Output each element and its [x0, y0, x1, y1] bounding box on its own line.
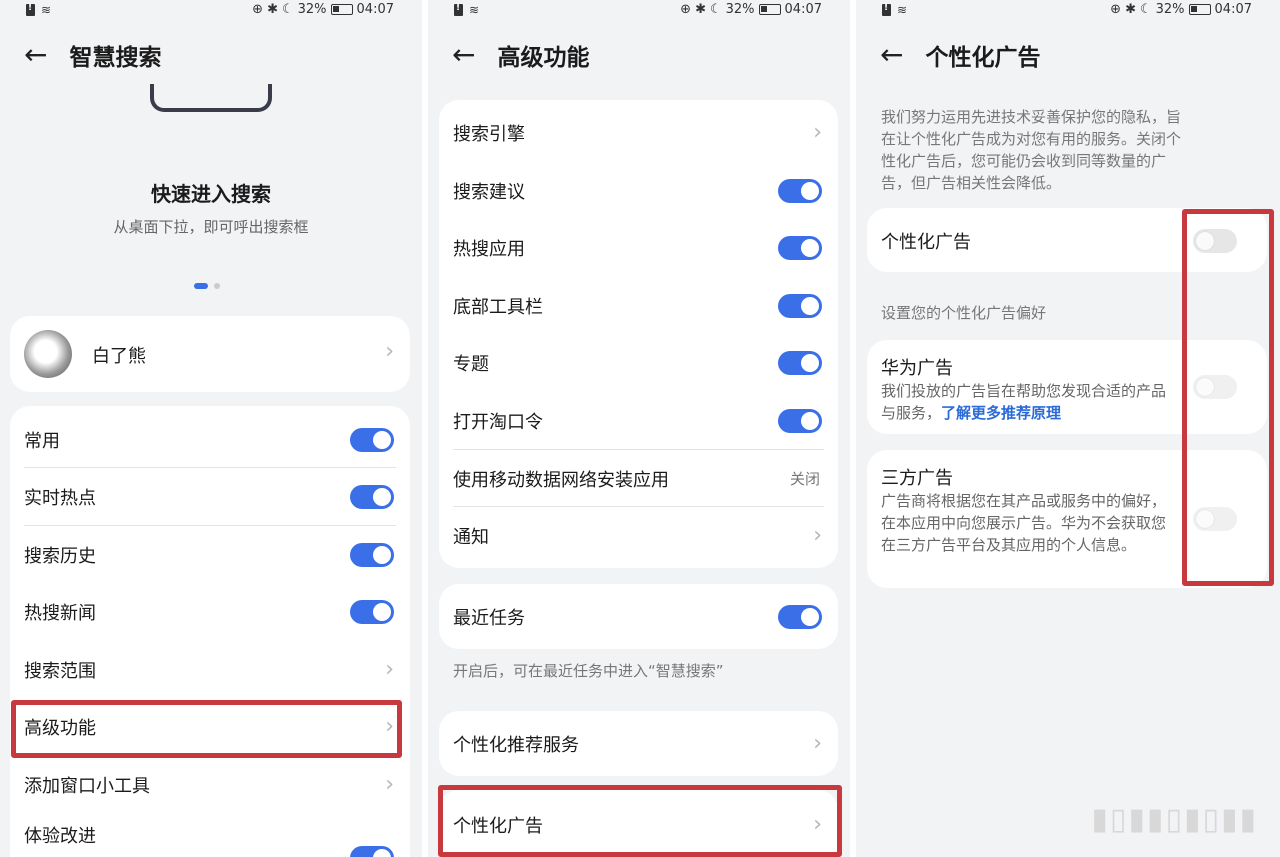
- recent-tasks-note: 开启后，可在最近任务中进入“智慧搜索”: [453, 662, 724, 680]
- toggle-bottom-toolbar[interactable]: [778, 293, 822, 318]
- sim-icon: [26, 3, 35, 16]
- promo-title: 快速进入搜索: [151, 182, 271, 206]
- toggle-experience[interactable]: [350, 846, 394, 857]
- bluetooth-icon: ✱: [1125, 2, 1136, 17]
- setting-row-topics[interactable]: 专题: [439, 334, 838, 391]
- bluetooth-icon: ✱: [267, 2, 278, 17]
- toggle-common[interactable]: [350, 427, 394, 452]
- nfc-icon: ⊕: [1110, 2, 1122, 17]
- setting-row-common[interactable]: 常用: [10, 411, 410, 468]
- panel-smart-search: ≋ ⊕✱☾32% 04:07 ← 智慧搜索 快速进入搜索 从桌面下拉，即可呼出搜索…: [0, 0, 422, 857]
- intro-text: 我们努力运用先进技术妥善保护您的隐私，旨在让个性化广告成为对您有用的服务。关闭个…: [881, 108, 1182, 192]
- profile-card[interactable]: 白了熊 ›: [10, 316, 410, 392]
- toggle-realtime-hot[interactable]: [350, 484, 394, 509]
- third-party-ad-desc: 广告商将根据您在其产品或服务中的偏好，在本应用中向您展示广告。华为不会获取您在三…: [881, 492, 1167, 554]
- moon-icon: ☾: [281, 2, 294, 17]
- clock: 04:07: [784, 2, 822, 17]
- setting-value: 关闭: [789, 470, 820, 488]
- battery-icon: [1188, 4, 1211, 15]
- clock: 04:07: [356, 2, 394, 17]
- wifi-icon: ≋: [897, 3, 908, 17]
- battery-percent: 32%: [1155, 2, 1185, 17]
- setting-row-hot-news[interactable]: 热搜新闻: [10, 583, 410, 640]
- setting-row-bottom-toolbar[interactable]: 底部工具栏: [439, 277, 838, 334]
- setting-row-search-scope[interactable]: 搜索范围 ›: [10, 641, 410, 698]
- highlight-box: [438, 785, 842, 857]
- moon-icon: ☾: [709, 2, 722, 17]
- sim-icon: [454, 3, 463, 16]
- wifi-icon: ≋: [469, 3, 480, 17]
- setting-row-mobile-data-install[interactable]: 使用移动数据网络安装应用 关闭: [439, 450, 838, 507]
- settings-card: 常用 实时热点 搜索历史 热搜新闻 搜索范围 › 高级功能 › 添加窗口小工具 › 体…: [10, 406, 410, 857]
- chevron-right-icon: ›: [385, 339, 394, 364]
- setting-row-search-history[interactable]: 搜索历史: [10, 526, 410, 583]
- setting-row-notifications[interactable]: 通知 ›: [439, 507, 838, 564]
- bluetooth-icon: ✱: [695, 2, 706, 17]
- back-arrow-icon[interactable]: ←: [24, 41, 47, 69]
- back-arrow-icon[interactable]: ←: [880, 41, 903, 69]
- toggle-taobao-code[interactable]: [778, 408, 822, 433]
- sim-icon: [882, 3, 891, 16]
- recent-tasks-card: 最近任务: [439, 584, 838, 649]
- profile-name: 白了熊: [92, 346, 146, 367]
- setting-row-add-widget[interactable]: 添加窗口小工具 ›: [10, 756, 410, 813]
- setting-row-search-engine[interactable]: 搜索引擎 ›: [439, 104, 838, 161]
- third-party-ad-title: 三方广告: [881, 468, 953, 489]
- moon-icon: ☾: [1139, 2, 1152, 17]
- toggle-search-suggest[interactable]: [778, 178, 822, 203]
- panel-advanced: ≋ ⊕✱☾32% 04:07 ← 高级功能 搜索引擎› 搜索建议 热搜应用 底部工…: [428, 0, 850, 857]
- huawei-ad-title: 华为广告: [881, 358, 953, 379]
- battery-icon: [758, 4, 781, 15]
- highlight-box: [11, 700, 402, 758]
- personal-rec-card[interactable]: 个性化推荐服务 ›: [439, 711, 838, 776]
- clock: 04:07: [1214, 2, 1252, 17]
- toggle-hot-apps[interactable]: [778, 235, 822, 260]
- status-bar: ≋ ⊕✱☾32% 04:07: [428, 0, 850, 22]
- status-bar: ≋ ⊕✱☾32% 04:07: [856, 0, 1280, 22]
- setting-row-taobao-code[interactable]: 打开淘口令: [439, 392, 838, 449]
- phone-illustration: [150, 84, 272, 112]
- toggle-search-history[interactable]: [350, 542, 394, 567]
- setting-row-recent-tasks[interactable]: 最近任务: [439, 588, 838, 645]
- back-arrow-icon[interactable]: ←: [452, 41, 475, 69]
- setting-row-experience[interactable]: 体验改进: [10, 806, 410, 857]
- setting-row-hot-apps[interactable]: 热搜应用: [439, 219, 838, 276]
- toggle-recent-tasks[interactable]: [778, 604, 822, 629]
- setting-row-realtime-hot[interactable]: 实时热点: [10, 468, 410, 525]
- advanced-card: 搜索引擎 › 搜索建议 热搜应用 底部工具栏 专题 打开淘口令 使用移动数据网络安…: [439, 100, 838, 568]
- panel-personal-ads: ≋ ⊕✱☾32% 04:07 ← 个性化广告 我们努力运用先进技术妥善保护您的隐私…: [856, 0, 1280, 857]
- watermark: ▮▯▮▮▯▮▯▮▮: [1091, 802, 1258, 837]
- toggle-hot-news[interactable]: [350, 599, 394, 624]
- page-title: 高级功能: [497, 45, 590, 71]
- wifi-icon: ≋: [41, 3, 52, 17]
- setting-row-search-suggest[interactable]: 搜索建议: [439, 162, 838, 219]
- section-header: 设置您的个性化广告偏好: [881, 304, 1047, 322]
- chevron-right-icon: ›: [813, 523, 822, 548]
- page-title: 智慧搜索: [69, 45, 162, 71]
- chevron-right-icon: ›: [385, 657, 394, 682]
- nfc-icon: ⊕: [252, 2, 264, 17]
- huawei-ad-desc: 我们投放的广告旨在帮助您发现合适的产品与服务，了解更多推荐原理: [881, 382, 1167, 422]
- toggle-topics[interactable]: [778, 350, 822, 375]
- status-bar: ≋ ⊕✱☾32% 04:07: [0, 0, 422, 22]
- promo-subtitle: 从桌面下拉，即可呼出搜索框: [113, 218, 309, 236]
- page-title: 个性化广告: [925, 45, 1041, 71]
- battery-percent: 32%: [725, 2, 755, 17]
- nfc-icon: ⊕: [680, 2, 692, 17]
- chevron-right-icon: ›: [813, 731, 822, 756]
- battery-percent: 32%: [297, 2, 327, 17]
- highlight-box: [1182, 209, 1274, 586]
- avatar: [24, 330, 72, 378]
- chevron-right-icon: ›: [813, 120, 822, 145]
- chevron-right-icon: ›: [385, 772, 394, 797]
- setting-row-personal-rec: 个性化推荐服务 ›: [453, 731, 822, 756]
- battery-icon: [330, 4, 353, 15]
- learn-more-link[interactable]: 了解更多推荐原理: [941, 404, 1061, 422]
- carousel-dots: [194, 283, 220, 289]
